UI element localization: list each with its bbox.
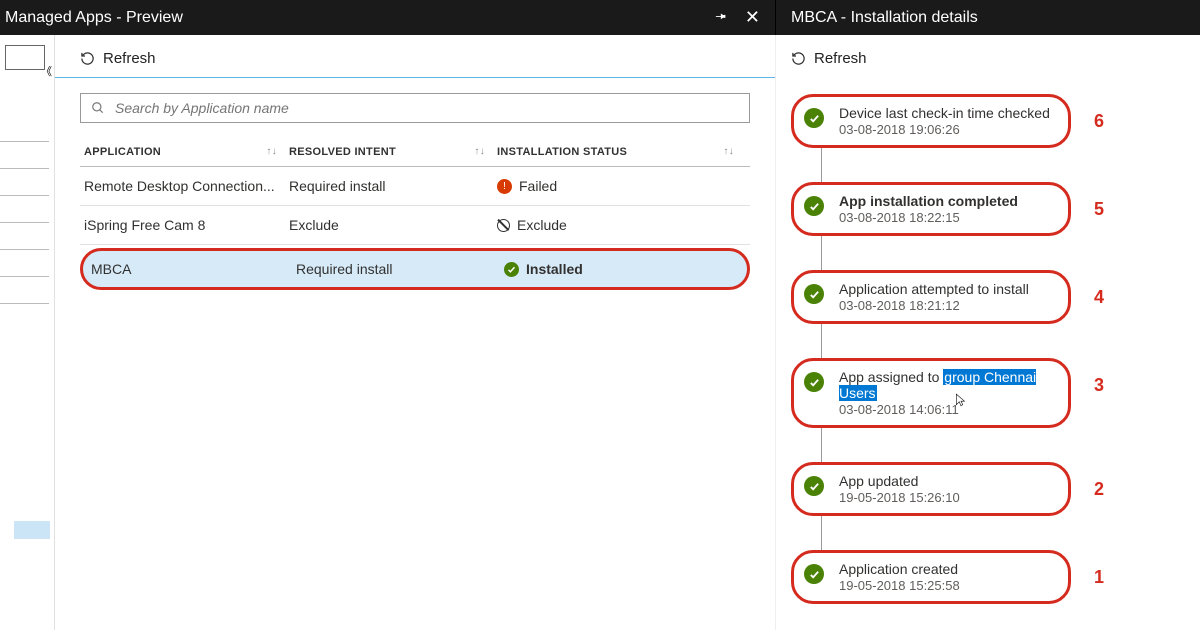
rail-item[interactable] — [0, 142, 49, 169]
timeline-connector — [821, 324, 822, 358]
success-icon — [504, 262, 519, 277]
timeline-item[interactable]: Device last check-in time checked03-08-2… — [791, 94, 1071, 148]
sort-icon: ↑↓ — [474, 146, 485, 157]
refresh-button[interactable]: Refresh — [791, 50, 1195, 67]
cell-intent: Exclude — [289, 217, 497, 233]
cursor-icon — [954, 391, 968, 409]
rail-item[interactable] — [0, 115, 49, 142]
pin-icon[interactable] — [713, 9, 727, 27]
refresh-label: Refresh — [814, 50, 867, 67]
rail-item[interactable] — [0, 223, 49, 250]
timeline-timestamp: 19-05-2018 15:25:58 — [839, 578, 960, 593]
timeline-timestamp: 03-08-2018 14:06:11 — [839, 402, 1058, 417]
cell-app: iSpring Free Cam 8 — [84, 217, 289, 233]
cell-app: Remote Desktop Connection... — [84, 178, 289, 194]
exclude-icon — [497, 219, 510, 232]
timeline-item[interactable]: App installation completed03-08-2018 18:… — [791, 182, 1071, 236]
timeline-title: Application created — [839, 561, 960, 577]
timeline-connector — [821, 236, 822, 270]
search-input-wrapper[interactable] — [80, 93, 750, 123]
collapse-icon[interactable]: 《 — [41, 63, 52, 79]
success-icon — [804, 476, 824, 496]
rail-item-active[interactable] — [14, 521, 50, 539]
sidebar-rail: 《 — [0, 35, 55, 630]
refresh-button[interactable]: Refresh — [80, 50, 750, 67]
rail-item[interactable] — [0, 169, 49, 196]
search-icon — [91, 101, 105, 115]
refresh-icon — [791, 51, 806, 66]
cell-status: Installed — [504, 261, 739, 277]
annotation-number: 6 — [1094, 111, 1104, 132]
search-input[interactable] — [115, 100, 739, 116]
success-icon — [804, 196, 824, 216]
annotation-number: 1 — [1094, 567, 1104, 588]
cell-app: MBCA — [91, 261, 296, 277]
table-row[interactable]: iSpring Free Cam 8 Exclude Exclude — [80, 206, 750, 245]
timeline: Device last check-in time checked03-08-2… — [791, 94, 1195, 638]
page-title-right: MBCA - Installation details — [791, 9, 978, 27]
timeline-title: App installation completed — [839, 193, 1018, 209]
success-icon — [804, 372, 824, 392]
rail-item[interactable] — [0, 250, 49, 277]
col-application[interactable]: APPLICATION↑↓ — [84, 146, 289, 158]
col-intent[interactable]: RESOLVED INTENT↑↓ — [289, 146, 497, 158]
col-status[interactable]: INSTALLATION STATUS↑↓ — [497, 146, 746, 158]
cell-status: ! Failed — [497, 178, 746, 194]
timeline-timestamp: 03-08-2018 19:06:26 — [839, 122, 1050, 137]
timeline-item[interactable]: Application created19-05-2018 15:25:581 — [791, 550, 1071, 604]
sort-icon: ↑↓ — [266, 146, 277, 157]
table-row-selected[interactable]: MBCA Required install Installed — [80, 248, 750, 290]
failed-icon: ! — [497, 179, 512, 194]
annotation-number: 2 — [1094, 479, 1104, 500]
timeline-title: Device last check-in time checked — [839, 105, 1050, 121]
page-title-left: Managed Apps - Preview — [5, 9, 183, 27]
annotation-number: 3 — [1094, 375, 1104, 396]
rail-item[interactable] — [5, 45, 45, 70]
timeline-connector — [821, 516, 822, 550]
timeline-timestamp: 03-08-2018 18:21:12 — [839, 298, 1029, 313]
timeline-title: App updated — [839, 473, 960, 489]
rail-item[interactable] — [0, 196, 49, 223]
timeline-item[interactable]: App assigned to group Chennai Users03-08… — [791, 358, 1071, 428]
success-icon — [804, 108, 824, 128]
annotation-number: 4 — [1094, 287, 1104, 308]
success-icon — [804, 284, 824, 304]
timeline-item[interactable]: App updated19-05-2018 15:26:102 — [791, 462, 1071, 516]
sort-icon: ↑↓ — [723, 146, 734, 157]
cell-intent: Required install — [296, 261, 504, 277]
divider — [55, 77, 775, 78]
apps-table: APPLICATION↑↓ RESOLVED INTENT↑↓ INSTALLA… — [80, 138, 750, 290]
timeline-connector — [821, 428, 822, 462]
timeline-title: Application attempted to install — [839, 281, 1029, 297]
cell-intent: Required install — [289, 178, 497, 194]
cell-status: Exclude — [497, 217, 746, 233]
timeline-timestamp: 03-08-2018 18:22:15 — [839, 210, 1018, 225]
table-row[interactable]: Remote Desktop Connection... Required in… — [80, 167, 750, 206]
timeline-item[interactable]: Application attempted to install03-08-20… — [791, 270, 1071, 324]
refresh-label: Refresh — [103, 50, 156, 67]
timeline-timestamp: 19-05-2018 15:26:10 — [839, 490, 960, 505]
success-icon — [804, 564, 824, 584]
rail-item[interactable] — [0, 277, 49, 304]
timeline-title: App assigned to group Chennai Users — [839, 369, 1058, 401]
refresh-icon — [80, 51, 95, 66]
timeline-connector — [821, 148, 822, 182]
close-icon[interactable]: ✕ — [745, 7, 760, 28]
annotation-number: 5 — [1094, 199, 1104, 220]
